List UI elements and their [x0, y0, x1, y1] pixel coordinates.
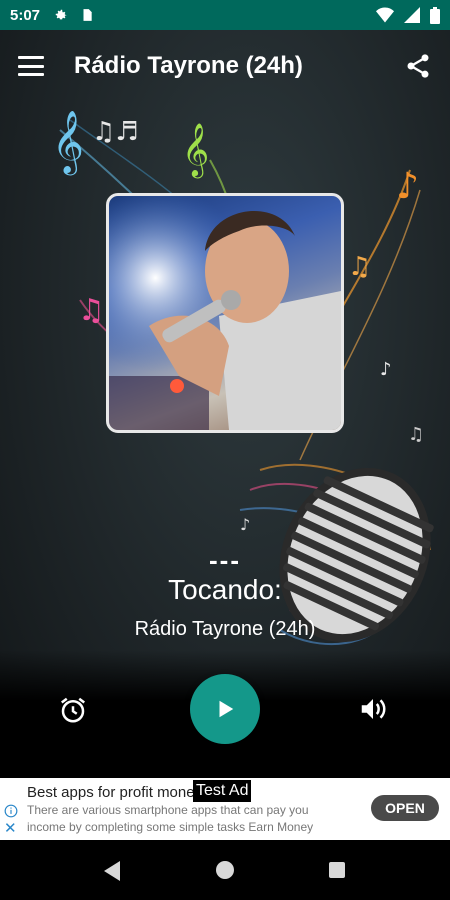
battery-icon [430, 6, 440, 24]
svg-text:♪: ♪ [380, 359, 392, 380]
svg-text:𝄞: 𝄞 [52, 110, 84, 176]
station-cover-image [106, 193, 344, 433]
volume-icon[interactable] [358, 694, 388, 724]
alarm-clock-icon[interactable] [58, 695, 88, 725]
svg-text:𝄞: 𝄞 [182, 122, 209, 178]
back-icon[interactable] [102, 860, 122, 882]
station-name: Rádio Tayrone (24h) [134, 618, 316, 640]
signal-icon [404, 7, 420, 23]
share-icon[interactable] [404, 52, 432, 80]
status-time: 5:07 [10, 6, 41, 24]
play-icon [219, 700, 234, 718]
track-title: --- [209, 545, 241, 575]
svg-text:♫♬: ♫♬ [92, 117, 139, 147]
sim-card-icon [83, 9, 92, 21]
test-ad-label: Test Ad [193, 780, 252, 802]
ad-close-icon[interactable]: ✕ [4, 821, 17, 836]
gear-icon [55, 9, 67, 20]
hamburger-menu-icon[interactable] [18, 56, 44, 76]
svg-text:♪: ♪ [396, 166, 419, 207]
ad-info-icon[interactable] [4, 804, 18, 818]
svg-text:♫: ♫ [348, 252, 371, 282]
svg-text:♪: ♪ [240, 515, 250, 534]
svg-text:♫: ♫ [408, 424, 424, 445]
home-icon[interactable] [216, 861, 234, 879]
wifi-icon [376, 7, 394, 23]
ad-description: There are various smartphone apps that c… [27, 803, 314, 834]
ad-title[interactable]: Best apps for profit mone [27, 784, 195, 801]
singer-photo [109, 196, 341, 430]
playing-label: Tocando: [168, 574, 282, 605]
status-bar: 5:07 [0, 0, 450, 30]
status-right-group [376, 6, 440, 24]
app-title: Rádio Tayrone (24h) [74, 52, 303, 79]
recents-icon[interactable] [329, 862, 345, 878]
play-button[interactable] [190, 674, 260, 744]
svg-text:♫: ♫ [78, 293, 105, 328]
app-bar: Rádio Tayrone (24h) [0, 30, 450, 102]
ad-open-button[interactable]: OPEN [371, 795, 439, 821]
